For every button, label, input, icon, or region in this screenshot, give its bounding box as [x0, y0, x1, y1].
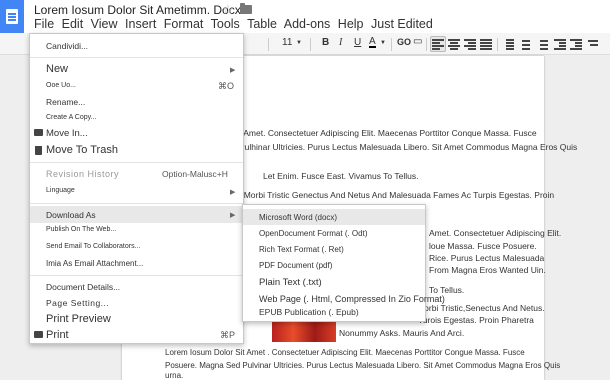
menu-item-make-copy[interactable]: Create A Copy...	[30, 114, 245, 126]
link-icon[interactable]: GO	[397, 37, 411, 47]
download-epub[interactable]: EPUB Publication (. Epub)	[243, 307, 427, 320]
menu-tools[interactable]: Tools	[211, 17, 240, 31]
star-icon[interactable]: ☆	[222, 2, 234, 18]
line-spacing-icon[interactable]	[502, 38, 514, 50]
menu-item-move-trash[interactable]: Move To Trash	[30, 144, 245, 158]
decrease-indent-icon[interactable]	[554, 38, 566, 50]
doc-line: t Morbi Tristic Genectus And Netus And M…	[239, 190, 555, 200]
menu-file[interactable]: File	[34, 17, 54, 31]
doc-line: urna.	[165, 371, 184, 380]
menu-item-share[interactable]: Candividi...	[30, 41, 245, 55]
doc-line: Let Enim. Fusce East. Vivamus To Tellus.	[263, 171, 419, 181]
menu-item-language[interactable]: Linguage ▶	[30, 187, 245, 199]
doc-line: Posuere. Magna Sed Pulvinar Ultricies. P…	[165, 361, 561, 370]
doc-line: loue Massa. Fusce Posuere.	[429, 241, 537, 251]
align-center-icon[interactable]	[448, 38, 460, 50]
doc-image[interactable]	[272, 320, 336, 342]
menu-format[interactable]: Format	[164, 17, 204, 31]
doc-line: Amet. Consectetuer Adipiscing Elit.	[429, 228, 562, 238]
menu-bar: File Edit View Insert Format Tools Table…	[34, 17, 437, 31]
submenu-arrow-icon: ▶	[230, 212, 236, 219]
doc-line: Nonummy Asks. Mauris And Arci.	[339, 328, 465, 338]
download-txt[interactable]: Plain Text (.txt)	[243, 277, 427, 290]
submenu-arrow-icon: ▶	[230, 67, 236, 74]
download-pdf[interactable]: PDF Document (pdf)	[243, 261, 427, 274]
doc-line: t Amet. Consectetuer Adipiscing Elit. Ma…	[239, 128, 537, 138]
menu-item-revision-history[interactable]: Revision History Option-Malusc+H	[30, 169, 245, 183]
align-justify-icon[interactable]	[480, 38, 492, 50]
font-size-select[interactable]: 11	[282, 37, 292, 48]
menu-item-email-attachment[interactable]: Imia As Email Attachment...	[30, 259, 245, 271]
italic-button[interactable]: I	[339, 37, 342, 48]
align-right-icon[interactable]	[464, 38, 476, 50]
menu-item-download-as[interactable]: Download As ▶	[30, 210, 245, 223]
menu-table[interactable]: Table	[247, 17, 277, 31]
menu-item-print-preview[interactable]: Print Preview	[30, 313, 245, 327]
underline-button[interactable]: U	[354, 37, 361, 48]
menu-item-new[interactable]: New ▶	[30, 63, 245, 77]
folder-icon[interactable]	[240, 3, 252, 14]
menu-item-move-in[interactable]: Move In...	[30, 128, 245, 142]
text-color-button[interactable]: A	[369, 37, 376, 48]
numbered-list-icon[interactable]	[518, 38, 530, 50]
menu-addons[interactable]: Add-ons	[284, 17, 331, 31]
download-submenu: Microsoft Word (docx) OpenDocument Forma…	[242, 204, 445, 322]
comment-icon[interactable]: ▭	[413, 36, 422, 47]
chevron-down-icon[interactable]: ▼	[296, 40, 302, 46]
menu-item-rename[interactable]: Rename...	[30, 97, 245, 110]
doc-line: Norbi Tristic,Senectus And Netus.	[418, 303, 545, 313]
align-left-icon[interactable]	[432, 38, 444, 50]
menu-insert[interactable]: Insert	[125, 17, 156, 31]
download-rtf[interactable]: Rich Text Format (. Ret)	[243, 245, 427, 258]
menu-view[interactable]: View	[91, 17, 118, 31]
chevron-down-icon[interactable]: ▼	[380, 40, 386, 46]
printer-icon	[34, 331, 43, 338]
menu-item-email-collaborators[interactable]: Send Email To Collaborators...	[30, 243, 245, 255]
doc-line: Turois Egestas. Proin Pharetra	[418, 315, 534, 325]
file-menu: Candividi... New ▶ Ooe Uo... ⌘O Rename..…	[29, 33, 244, 344]
menu-item-print[interactable]: Print ⌘P	[30, 329, 245, 343]
menu-edit[interactable]: Edit	[62, 17, 84, 31]
trash-icon	[35, 146, 42, 155]
doc-line: From Magna Eros Wanted Uin.	[429, 265, 546, 275]
menu-item-document-details[interactable]: Document Details...	[30, 282, 245, 295]
clear-formatting-icon[interactable]	[588, 38, 600, 49]
menu-item-publish[interactable]: Publish On The Web...	[30, 226, 245, 238]
doc-line: Rice. Purus Lectus Malesuada	[429, 253, 545, 263]
download-html[interactable]: Web Page (. Html, Compressed In Zio Form…	[243, 294, 445, 307]
doc-line: Lorem Iosum Dolor Sit Amet . Consectetue…	[165, 348, 525, 357]
menu-item-page-setup[interactable]: Page Setting...	[30, 298, 245, 311]
download-word[interactable]: Microsoft Word (docx)	[243, 213, 427, 226]
bold-button[interactable]: B	[322, 37, 329, 48]
doc-line: Pulhinar Ultricies. Purus Lectus Malesua…	[239, 142, 578, 152]
last-edit-status[interactable]: Just Edited	[371, 17, 433, 31]
increase-indent-icon[interactable]	[570, 38, 582, 50]
menu-item-open[interactable]: Ooe Uo... ⌘O	[30, 81, 245, 94]
menu-help[interactable]: Help	[338, 17, 364, 31]
submenu-arrow-icon: ▶	[230, 189, 236, 196]
bulleted-list-icon[interactable]	[536, 38, 548, 50]
download-odt[interactable]: OpenDocument Format (. Odt)	[243, 229, 427, 242]
folder-icon	[34, 129, 43, 136]
document-title[interactable]: Lorem Iosum Dolor Sit Ametimm. Docx	[34, 3, 241, 17]
